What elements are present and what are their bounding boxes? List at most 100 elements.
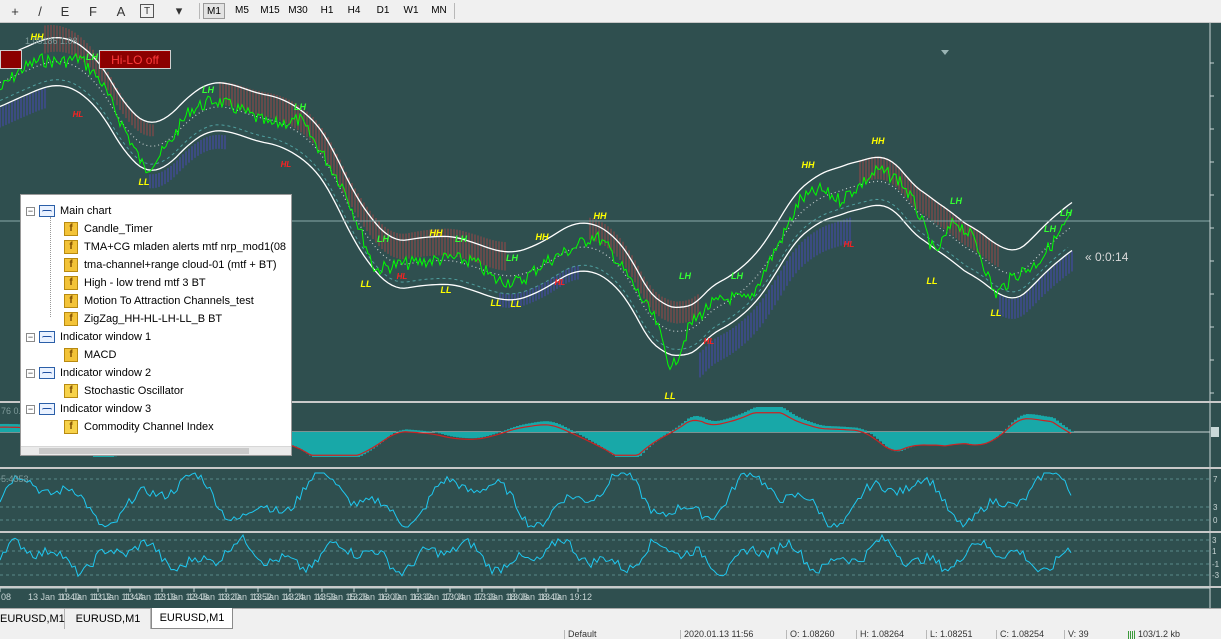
toolbar-separator — [454, 3, 455, 19]
timeframe-m5-button[interactable]: M5 — [231, 3, 253, 19]
collapse-toggle-icon[interactable]: − — [26, 368, 35, 378]
collapse-toggle-icon[interactable]: − — [26, 404, 35, 414]
text-label-icon[interactable]: T — [140, 4, 154, 18]
chart-window-icon — [39, 205, 55, 217]
timeframe-h4-button[interactable]: H4 — [343, 3, 365, 19]
navigator-item-label: MACD — [84, 349, 117, 361]
status-separator — [996, 630, 997, 639]
macd-bar — [471, 432, 474, 439]
swing-label-hl: HL — [397, 272, 408, 281]
macd-bar — [453, 432, 456, 437]
nav-indicator-candle-timer[interactable]: f Candle_Timer — [64, 220, 153, 238]
collapse-toggle-icon[interactable]: − — [26, 206, 35, 216]
macd-bar — [594, 432, 597, 444]
timeframe-w1-button[interactable]: W1 — [400, 3, 422, 19]
swing-label-hh: HH — [594, 211, 607, 221]
swing-label-hh: HH — [872, 136, 885, 146]
chart-tab[interactable]: EURUSD,M1 — [66, 609, 151, 629]
status-bar: Default 2020.01.13 11:56 O: 1.08260 H: 1.08… — [0, 630, 1221, 639]
timeframe-m30-button[interactable]: M30 — [285, 3, 311, 19]
trendline-icon[interactable]: / — [31, 2, 49, 20]
macd-bar — [978, 432, 981, 445]
nav-indicator-zigzag[interactable]: f ZigZag_HH-HL-LH-LL_B BT — [64, 310, 222, 328]
macd-bar — [918, 432, 921, 446]
stoch-scale-label: 0 — [1213, 516, 1218, 525]
hilo-indicator-button-left[interactable] — [0, 50, 22, 69]
swing-label-hl: HL — [704, 337, 715, 346]
macd-bar — [534, 422, 537, 432]
nav-indicator-macd[interactable]: f MACD — [64, 346, 116, 364]
hilo-toggle-button[interactable]: Hi-LO off — [99, 50, 171, 69]
macd-bar — [1071, 431, 1074, 432]
nav-indicator-high-low-trend[interactable]: f High - low trend mtf 3 BT — [64, 274, 206, 292]
chart-tab[interactable]: EURUSD,M1 — [151, 608, 233, 629]
navigator-item-label: Motion To Attraction Channels_test — [84, 295, 254, 307]
nav-window-indicator-2[interactable]: − Indicator window 2 — [26, 364, 151, 382]
crosshair-icon[interactable]: + — [6, 2, 24, 20]
macd-bar — [864, 430, 867, 432]
macd-bar — [633, 432, 636, 457]
macd-bar — [786, 410, 789, 432]
macd-bar — [468, 432, 471, 439]
status-separator — [564, 630, 565, 639]
timeframe-m1-button[interactable]: M1 — [203, 3, 225, 19]
macd-bar — [444, 432, 447, 435]
macd-bar — [441, 432, 444, 435]
nav-indicator-motion-channels[interactable]: f Motion To Attraction Channels_test — [64, 292, 254, 310]
macd-bar — [483, 432, 486, 437]
stoch-scale-label: 3 — [1213, 503, 1218, 512]
macd-bar — [495, 432, 498, 434]
swing-label-hl: HL — [73, 110, 84, 119]
macd-bar — [459, 432, 462, 438]
timeframe-d1-button[interactable]: D1 — [372, 3, 394, 19]
status-separator — [680, 630, 681, 639]
macd-bar — [987, 432, 990, 443]
text-tool-icon[interactable]: A — [112, 2, 130, 20]
macd-bar — [450, 432, 453, 437]
nav-indicator-tma-channel[interactable]: f tma-channel+range cloud-01 (mtf + BT) — [64, 256, 277, 274]
macd-bar — [348, 432, 351, 457]
fibonacci-icon[interactable]: F — [84, 2, 102, 20]
nav-window-main-chart[interactable]: − Main chart — [26, 202, 111, 220]
status-separator — [856, 630, 857, 639]
macd-bar — [390, 432, 393, 435]
macd-bar — [789, 412, 792, 432]
macd-bar — [360, 432, 363, 456]
chart-tab[interactable]: EURUSD,M1 — [0, 609, 65, 629]
equidistant-channel-icon[interactable]: E — [56, 2, 74, 20]
nav-indicator-cci[interactable]: f Commodity Channel Index — [64, 418, 214, 436]
macd-bar — [804, 419, 807, 432]
timeframe-m15-button[interactable]: M15 — [257, 3, 283, 19]
macd-bar — [1026, 414, 1029, 432]
macd-bar — [720, 420, 723, 432]
macd-bar — [768, 407, 771, 432]
swing-label-hh: HH — [430, 228, 443, 238]
navigator-horizontal-scrollbar[interactable] — [21, 446, 291, 455]
macd-bar — [435, 432, 438, 433]
macd-bar — [873, 432, 876, 437]
nav-window-indicator-3[interactable]: − Indicator window 3 — [26, 400, 151, 418]
swing-label-lh: LH — [731, 271, 743, 281]
timeframe-h1-button[interactable]: H1 — [317, 3, 337, 19]
macd-bar — [312, 432, 315, 457]
navigator-item-label: Stochastic Oscillator — [84, 385, 184, 397]
macd-bar — [393, 432, 396, 434]
macd-bar — [936, 432, 939, 446]
macd-bar — [474, 432, 477, 439]
macd-bar — [588, 432, 591, 441]
macd-bar — [636, 432, 639, 457]
navigator-item-label: Commodity Channel Index — [84, 421, 214, 433]
collapse-toggle-icon[interactable]: − — [26, 332, 35, 342]
arrows-dropdown-icon[interactable]: ▾ — [170, 2, 188, 20]
nav-indicator-stochastic[interactable]: f Stochastic Oscillator — [64, 382, 184, 400]
swing-label-lh: LH — [294, 102, 306, 112]
status-field: C: 1.08254 — [1000, 630, 1045, 639]
nav-indicator-tma-cg[interactable]: f TMA+CG mladen alerts mtf nrp_mod1(08 — [64, 238, 286, 256]
connection-status-icon[interactable] — [1128, 631, 1136, 639]
macd-bar — [528, 423, 531, 432]
scrollbar-thumb[interactable] — [39, 448, 249, 454]
timeframe-mn-button[interactable]: MN — [428, 3, 450, 19]
macd-bar — [885, 432, 888, 447]
nav-window-indicator-1[interactable]: − Indicator window 1 — [26, 328, 151, 346]
macd-bar — [357, 432, 360, 457]
